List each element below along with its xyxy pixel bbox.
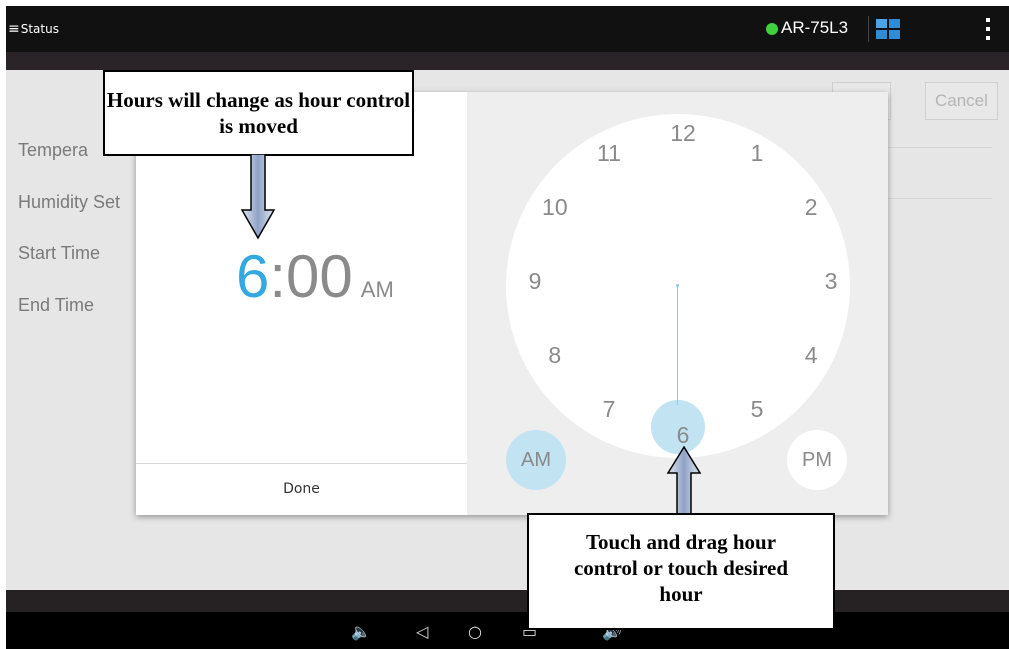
clock-number-9[interactable]: 9	[515, 266, 555, 296]
pm-button[interactable]: PM	[787, 430, 847, 490]
home-icon[interactable]: ○	[468, 622, 482, 641]
humidity-label: Humidity Set	[18, 192, 121, 212]
windows-tile-icon[interactable]	[876, 19, 900, 39]
kebab-menu-icon[interactable]	[986, 18, 990, 40]
clock-number-2[interactable]: 2	[791, 192, 831, 222]
ampm-value: AM	[360, 277, 394, 302]
field-underline	[886, 198, 992, 199]
volume-down-icon[interactable]: 🔈	[351, 622, 371, 641]
hours-callout: Hours will change as hour control is mov…	[103, 70, 414, 156]
clock-center	[676, 284, 679, 287]
status-divider	[868, 16, 869, 42]
time-readout: 6:00 AM	[236, 242, 394, 311]
back-icon[interactable]: ◁	[416, 622, 428, 641]
start-time-label: Start Time	[18, 243, 101, 263]
am-button[interactable]: AM	[506, 430, 566, 490]
clock-number-3[interactable]: 3	[811, 266, 851, 296]
clock-hand	[677, 285, 678, 405]
clock-number-1[interactable]: 1	[737, 138, 777, 168]
status-menu[interactable]: ≡Status	[8, 21, 59, 37]
down-arrow-icon	[240, 154, 276, 240]
status-bar: ≡Status AR-75L3	[6, 6, 1009, 52]
device-name: AR-75L3	[781, 18, 849, 37]
up-arrow-icon	[666, 445, 702, 515]
temperature-label: Tempera	[18, 140, 89, 160]
time-separator: :	[269, 243, 287, 310]
clock-number-4[interactable]: 4	[791, 340, 831, 370]
clock-number-12[interactable]: 12	[663, 118, 703, 148]
connection-status-icon	[766, 23, 778, 35]
touch-callout: Touch and drag hour control or touch des…	[527, 513, 835, 630]
minutes-value[interactable]: 00	[286, 243, 353, 310]
nav-bar-top	[6, 590, 1009, 612]
end-time-label: End Time	[18, 295, 95, 315]
clock-number-5[interactable]: 5	[737, 394, 777, 424]
clock-number-8[interactable]: 8	[535, 340, 575, 370]
action-bar-strip	[6, 52, 1009, 70]
clock-number-7[interactable]: 7	[589, 394, 629, 424]
hamburger-icon[interactable]: ≡	[8, 21, 20, 37]
done-button[interactable]: Done	[136, 464, 467, 515]
navigation-bar: 🔈 ◁ ○ ▭ 🔊	[6, 612, 1009, 649]
status-menu-label: Status	[20, 22, 59, 36]
clock-number-10[interactable]: 10	[535, 192, 575, 222]
clock-number-11[interactable]: 11	[589, 138, 629, 168]
hour-value[interactable]: 6	[236, 243, 269, 310]
field-underline	[886, 147, 992, 148]
cancel-button[interactable]: Cancel	[925, 82, 998, 120]
